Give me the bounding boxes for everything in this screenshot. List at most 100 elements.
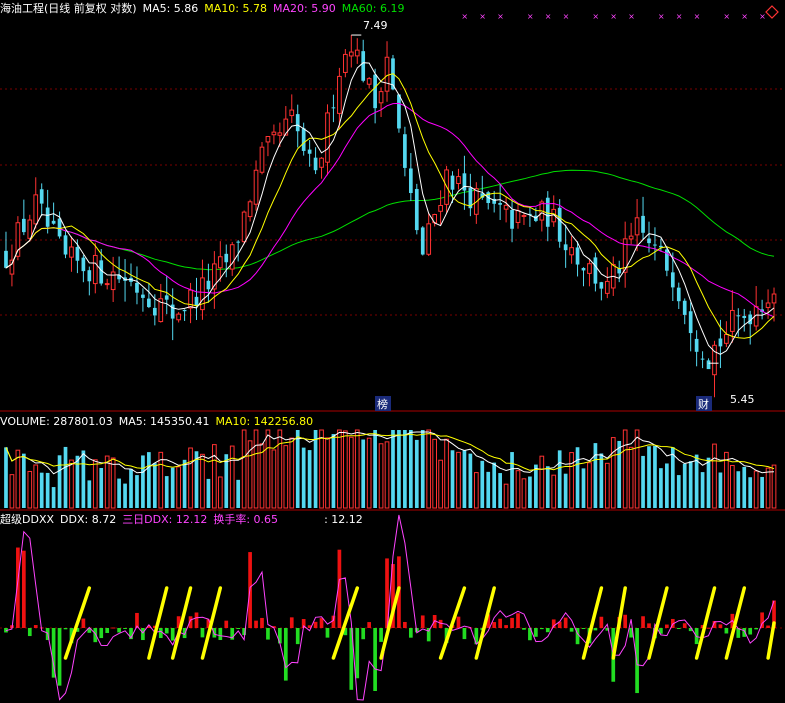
candle-down — [641, 215, 645, 233]
candle-up — [587, 263, 592, 274]
volume-bar-up — [277, 429, 283, 509]
candle-up — [9, 259, 15, 275]
candle-up — [200, 277, 205, 311]
ddx-highlight-stroke — [63, 586, 92, 660]
volume-bar-down — [653, 445, 657, 508]
volume-bar-up — [438, 459, 443, 509]
volume-bar-down — [99, 468, 104, 508]
volume-bar-down — [4, 447, 8, 508]
candle-up — [343, 53, 348, 73]
candle-up — [366, 78, 372, 85]
volume-bar-down — [718, 472, 723, 508]
candle-down — [182, 309, 187, 312]
ddx-bar-neg — [123, 628, 127, 629]
ddx-bar-neg — [63, 628, 68, 630]
volume-bar-up — [271, 449, 277, 509]
candle-down — [307, 149, 312, 154]
candle-down — [599, 282, 604, 289]
ddx-bar-pos — [254, 620, 258, 628]
cai-tag[interactable]: 财 — [698, 397, 709, 411]
volume-bar-up — [551, 474, 557, 509]
volume-bar-up — [473, 472, 479, 509]
ddx-bar-neg — [99, 628, 104, 639]
volume-bar-up — [319, 429, 324, 509]
candle-down — [581, 267, 586, 271]
ddx-bar-pos — [260, 617, 264, 628]
volume-bar-down — [313, 430, 318, 508]
ddx-highlight-stroke — [647, 586, 669, 660]
ddx-bar-neg — [117, 628, 121, 633]
volume-bar-up — [456, 451, 461, 509]
signal-mark: × — [658, 12, 665, 21]
volume-bar-down — [420, 430, 425, 508]
volume-bar-up — [610, 437, 616, 509]
volume-bar-down — [742, 466, 747, 508]
ddx-bar-pos — [194, 612, 199, 628]
candle-down — [57, 218, 62, 237]
volume-bar-up — [503, 483, 509, 509]
candle-down — [742, 315, 747, 319]
volume-bar-down — [123, 483, 127, 508]
candle-down — [688, 311, 693, 334]
candle-down — [450, 175, 455, 190]
candle-down — [63, 235, 68, 255]
ma60-line — [5, 169, 775, 271]
ddx-bar-pos — [367, 622, 372, 628]
ddx-highlight-stroke — [438, 586, 467, 660]
volume-bar-down — [617, 440, 622, 508]
volume-bar-down — [694, 454, 699, 508]
volume-bar-up — [354, 429, 360, 509]
ddx-bar-pos — [33, 625, 38, 628]
ddx-bar-neg — [93, 628, 98, 643]
signal-mark: × — [563, 12, 570, 21]
ddx-bar-pos — [641, 616, 645, 628]
ddx-bar-neg — [581, 628, 586, 629]
candle-up — [724, 334, 729, 344]
candle-up — [271, 131, 277, 136]
candle-down — [498, 203, 502, 205]
volume-bar-up — [587, 462, 592, 509]
ddx-bar-neg — [539, 628, 544, 630]
candle-down — [682, 300, 687, 315]
candle-down — [700, 358, 705, 360]
ddx-bar-pos — [706, 627, 711, 629]
ddx-bar-neg — [158, 628, 163, 639]
signal-mark: × — [741, 12, 748, 21]
ddx-bar-pos — [492, 622, 497, 628]
candle-down — [87, 270, 92, 282]
candle-down — [670, 272, 675, 288]
close-icon[interactable] — [765, 5, 779, 19]
candle-up — [730, 309, 735, 332]
volume-bar-up — [444, 438, 449, 509]
bang-tag[interactable]: 榜 — [377, 397, 388, 411]
candle-up — [337, 75, 342, 114]
ddx-bar-neg — [236, 628, 241, 629]
signal-mark: × — [628, 12, 635, 21]
volume-bar-up — [92, 459, 98, 509]
volume-bar-down — [706, 457, 711, 508]
ddx-bar-neg — [295, 628, 300, 645]
candle-down — [706, 360, 711, 370]
ddx-bar-neg — [182, 628, 187, 639]
volume-bar-down — [682, 463, 687, 508]
candle-up — [378, 91, 384, 104]
volume-bar-down — [63, 446, 68, 508]
volume-bar-down — [498, 473, 502, 508]
volume-bar-up — [753, 470, 759, 509]
volume-bar-down — [492, 462, 497, 508]
ddx-bar-neg — [534, 628, 538, 637]
volume-bar-up — [539, 455, 545, 509]
candle-down — [141, 294, 145, 298]
candle-up — [354, 49, 360, 57]
ddx-bar-neg — [462, 628, 467, 640]
volume-bar-down — [21, 453, 26, 508]
candle-down — [397, 94, 401, 129]
candle-down — [4, 250, 8, 268]
volume-bar-down — [51, 487, 56, 508]
candle-up — [277, 132, 283, 136]
volume-bar-up — [200, 453, 205, 509]
volume-bar-up — [765, 467, 771, 509]
stock-chart[interactable]: 7.49 5.45 榜 财 × × × × × × × × × × × × × × × — [0, 0, 785, 703]
candle-down — [152, 307, 157, 316]
candle-up — [176, 313, 181, 321]
